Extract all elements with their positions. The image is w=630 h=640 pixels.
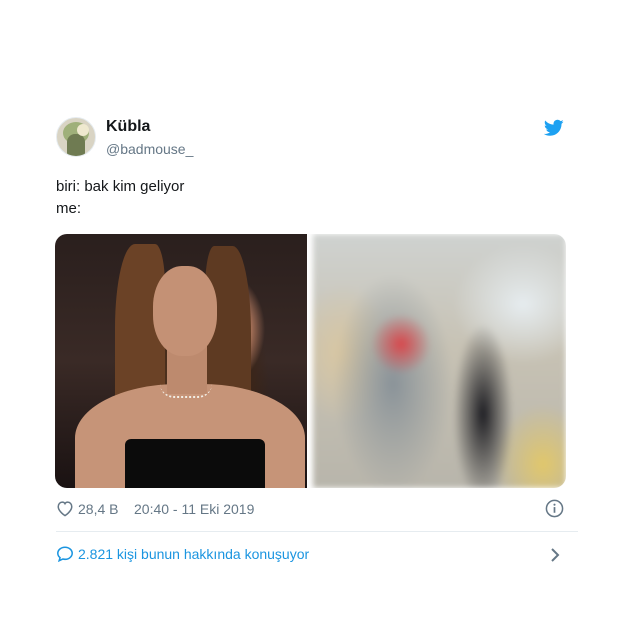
like-count[interactable]: 28,4 B	[78, 501, 118, 517]
tweet-text-line-1: biri: bak kim geliyor	[56, 178, 185, 195]
chevron-right-icon[interactable]	[550, 547, 560, 563]
conversation-label[interactable]: 2.821 kişi bunun hakkında konuşuyor	[78, 546, 309, 562]
divider	[56, 531, 578, 532]
twitter-bird-icon[interactable]	[544, 119, 564, 137]
user-handle[interactable]: @badmouse_	[106, 141, 193, 157]
media-photo-left[interactable]	[55, 234, 307, 488]
tweet-text-line-2: me:	[56, 200, 82, 217]
heart-icon[interactable]	[56, 500, 74, 517]
tweet-media[interactable]	[55, 234, 566, 488]
info-icon[interactable]	[545, 499, 564, 518]
user-display-name[interactable]: Kübla	[106, 118, 150, 136]
avatar[interactable]	[56, 117, 96, 157]
tweet-card: Kübla @badmouse_ biri: bak kim geliyor m…	[0, 0, 630, 640]
tweet-timestamp[interactable]: 20:40 - 11 Eki 2019	[134, 501, 254, 517]
speech-bubble-icon	[57, 546, 73, 563]
conversation-link[interactable]: 2.821 kişi bunun hakkında konuşuyor	[56, 545, 565, 565]
media-photo-right[interactable]	[313, 234, 566, 488]
